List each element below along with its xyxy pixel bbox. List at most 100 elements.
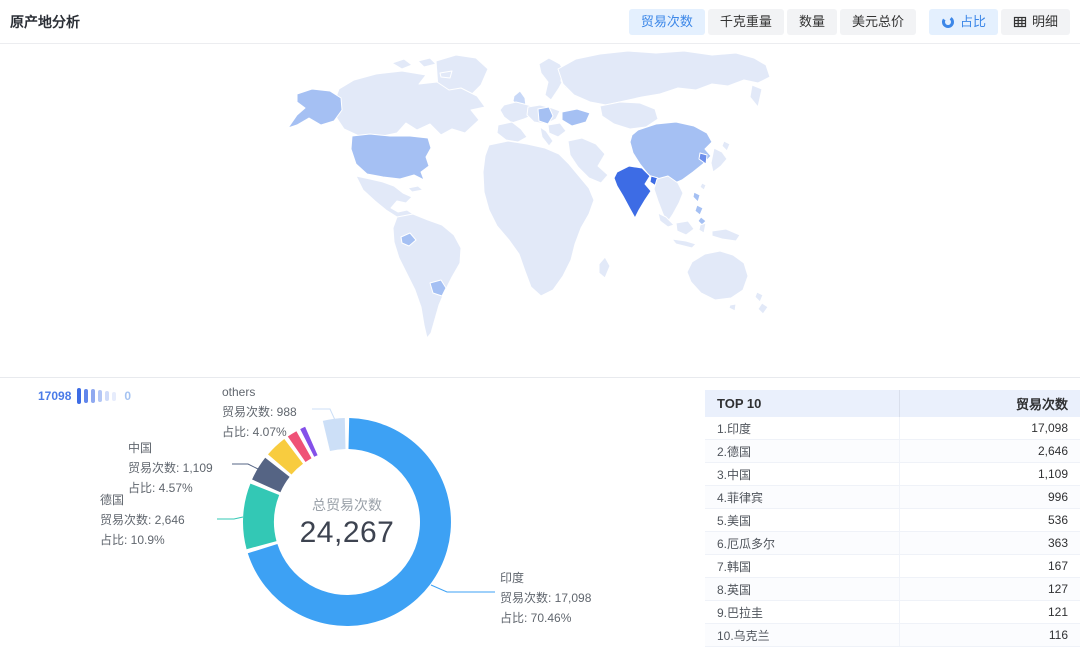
origin-analysis-panel: 原产地分析 贸易次数 千克重量 数量 美元总价 占比: [0, 0, 1080, 659]
table-row: 4.菲律宾996: [705, 486, 1080, 509]
table-row: 2.德国2,646: [705, 440, 1080, 463]
rank-value: 167: [900, 555, 1080, 578]
map-region-tasmania: [729, 304, 736, 311]
map-region-sulawesi: [699, 223, 706, 233]
tab-usd-total[interactable]: 美元总价: [840, 9, 916, 35]
rank-label: 4.菲律宾: [705, 486, 900, 509]
donut-callout-others: others 贸易次数: 988 占比: 4.07%: [222, 382, 297, 442]
map-region-russia[interactable]: [558, 51, 770, 105]
toolbar: 贸易次数 千克重量 数量 美元总价 占比: [626, 9, 1070, 35]
map-region-new-zealand: [755, 292, 763, 302]
map-region-borneo: [676, 221, 694, 235]
tab-proportion[interactable]: 占比: [929, 9, 998, 35]
map-region-cuba: [408, 186, 423, 192]
map-region-alaska[interactable]: [288, 89, 342, 128]
rank-label: 1.印度: [705, 417, 900, 440]
map-region-new-guinea: [712, 229, 740, 241]
map-region-central-asia[interactable]: [600, 102, 658, 129]
table-row: 7.韩国167: [705, 555, 1080, 578]
page-title: 原产地分析: [10, 12, 80, 32]
callout-line-others: [312, 409, 335, 420]
map-region-japan[interactable]: [711, 148, 727, 172]
map-region-japan-north: [722, 141, 730, 151]
map-country-india[interactable]: [614, 166, 651, 218]
map-region-south-america[interactable]: [393, 214, 461, 338]
donut-segment-others[interactable]: [323, 418, 346, 451]
map-region-madagascar: [599, 257, 610, 278]
callout-name: 德国: [100, 490, 185, 510]
map-region-java: [672, 239, 696, 248]
callout-value: 贸易次数: 988: [222, 402, 297, 422]
rank-value: 17,098: [900, 417, 1080, 440]
map-region-taiwan: [700, 183, 706, 190]
tab-quantity[interactable]: 数量: [787, 9, 837, 35]
table-row: 1.印度17,098: [705, 417, 1080, 440]
table-header-metric: 贸易次数: [900, 390, 1080, 417]
callout-value: 贸易次数: 1,109: [128, 458, 213, 478]
table-row: 6.厄瓜多尔363: [705, 532, 1080, 555]
table-row: 9.巴拉圭121: [705, 601, 1080, 624]
rank-label: 9.巴拉圭: [705, 601, 900, 624]
tab-kg-weight[interactable]: 千克重量: [708, 9, 784, 35]
callout-line-india: [431, 585, 495, 592]
table-row: 10.乌克兰116: [705, 624, 1080, 647]
map-region-arctic-island: [418, 58, 436, 67]
donut-callout-india: 印度 贸易次数: 17,098 占比: 70.46%: [500, 568, 591, 628]
tab-detail-label: 明细: [1032, 9, 1058, 35]
rank-label: 2.德国: [705, 440, 900, 463]
callout-line-germany: [217, 517, 243, 519]
table-header-top10: TOP 10: [705, 390, 900, 417]
table-row: 8.英国127: [705, 578, 1080, 601]
pie-chart-icon: [941, 15, 955, 29]
map-region-new-zealand: [758, 303, 768, 314]
map-country-philippines[interactable]: [693, 192, 700, 202]
callout-pct: 占比: 10.9%: [100, 530, 185, 550]
rank-value: 363: [900, 532, 1080, 555]
donut-callout-germany: 德国 贸易次数: 2,646 占比: 10.9%: [100, 490, 185, 550]
map-country-ukraine[interactable]: [562, 109, 590, 126]
callout-name: others: [222, 382, 297, 402]
panel-header: 原产地分析 贸易次数 千克重量 数量 美元总价 占比: [0, 0, 1080, 44]
rank-value: 2,646: [900, 440, 1080, 463]
donut-center-label: 总贸易次数 24,267: [277, 495, 417, 550]
rank-label: 3.中国: [705, 463, 900, 486]
table-icon: [1013, 15, 1027, 29]
rank-value: 1,109: [900, 463, 1080, 486]
map-region-kamchatka: [750, 85, 762, 107]
table-row: 5.美国536: [705, 509, 1080, 532]
map-region-balkans: [548, 123, 566, 137]
callout-name: 印度: [500, 568, 591, 588]
table-header-row: TOP 10 贸易次数: [705, 390, 1080, 417]
map-region-iberia[interactable]: [497, 122, 527, 142]
rank-label: 7.韩国: [705, 555, 900, 578]
tab-trade-count[interactable]: 贸易次数: [629, 9, 705, 35]
rank-label: 8.英国: [705, 578, 900, 601]
rank-label: 5.美国: [705, 509, 900, 532]
rank-value: 536: [900, 509, 1080, 532]
rank-value: 116: [900, 624, 1080, 647]
map-region-arctic-island: [392, 59, 412, 69]
tab-detail[interactable]: 明细: [1001, 9, 1070, 35]
donut-center-total: 24,267: [277, 516, 417, 550]
callout-value: 贸易次数: 2,646: [100, 510, 185, 530]
donut-chart-panel: others 贸易次数: 988 占比: 4.07% 中国 贸易次数: 1,10…: [0, 378, 700, 659]
donut-center-title: 总贸易次数: [277, 495, 417, 515]
rank-value: 127: [900, 578, 1080, 601]
top10-table: TOP 10 贸易次数 1.印度17,098 2.德国2,646 3.中国1,1…: [705, 390, 1080, 647]
callout-name: 中国: [128, 438, 213, 458]
donut-segment-德国[interactable]: [243, 484, 279, 550]
tab-proportion-label: 占比: [960, 9, 986, 35]
world-map-choropleth: 17098 0: [0, 45, 1080, 378]
map-region-mexico[interactable]: [356, 176, 413, 220]
callout-pct: 占比: 4.07%: [222, 422, 297, 442]
rank-value: 996: [900, 486, 1080, 509]
callout-value: 贸易次数: 17,098: [500, 588, 591, 608]
map-country-united-states[interactable]: [351, 134, 431, 180]
rank-label: 6.厄瓜多尔: [705, 532, 900, 555]
rank-value: 121: [900, 601, 1080, 624]
map-country-philippines[interactable]: [695, 205, 703, 215]
table-row: 3.中国1,109: [705, 463, 1080, 486]
map-region-australia[interactable]: [687, 251, 748, 300]
donut-callout-china: 中国 贸易次数: 1,109 占比: 4.57%: [128, 438, 213, 498]
callout-line-china: [232, 464, 258, 469]
